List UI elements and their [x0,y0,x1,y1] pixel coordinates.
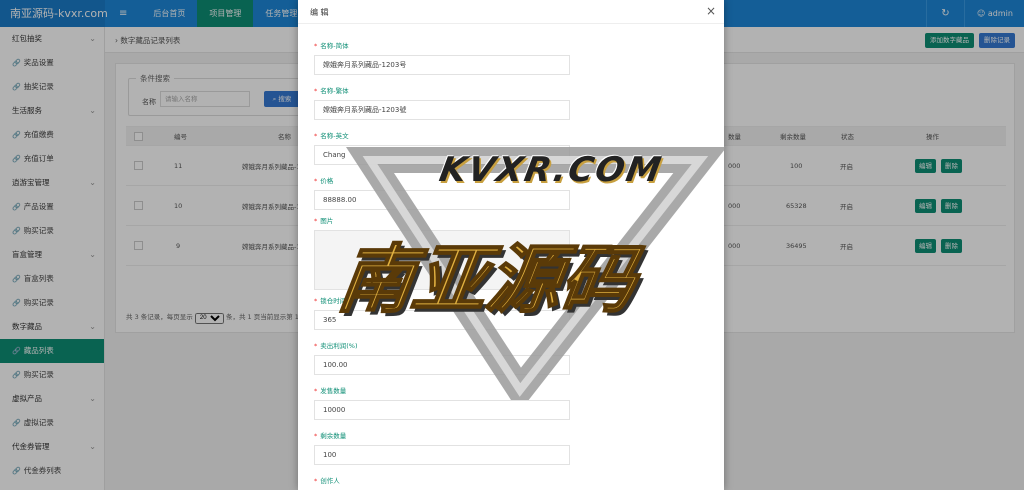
field-label: * 发售数量 [314,387,347,395]
field-input[interactable]: 365 [314,310,570,330]
form-field: * 剩余数量 100 [314,430,714,465]
field-label: * 名称-英文 [314,132,349,140]
field-input[interactable]: 嫦娥奔月系列藏品-1203號 [314,100,570,120]
form-field: * 卖出利润(%) 100.00 [314,340,714,375]
field-input[interactable]: 88888.00 [314,190,570,210]
field-input[interactable]: 10000 [314,400,570,420]
field-input[interactable]: 100.00 [314,355,570,375]
form-field: * 锁仓时间 365 [314,295,714,330]
form-field: * 图片 [314,215,714,290]
required-marker: * [314,42,318,50]
required-marker: * [314,387,318,395]
form-field: * 名称-英文 Chang [314,130,714,165]
edit-modal: 编 辑 × * 名称-简体 嫦娥奔月系列藏品-1203号 * 名称-繁体 嫦娥奔月系列藏品… [298,0,724,490]
required-marker: * [314,217,318,225]
modal-header: 编 辑 × [298,0,724,24]
field-input[interactable]: Chang [314,145,570,165]
required-marker: * [314,342,318,350]
close-icon[interactable]: × [706,4,716,18]
field-label: * 创作人 [314,477,340,485]
field-label: * 锁仓时间 [314,297,347,305]
field-label: * 价格 [314,177,334,185]
form-field: * 名称-简体嫦娥奔月系列藏品-1203号 [314,40,714,75]
field-label: * 卖出利润(%) [314,342,358,350]
field-label: * 名称-繁体 [314,87,349,95]
form-field: * 价格 88888.00 [314,175,714,210]
form-field: * 名称-繁体嫦娥奔月系列藏品-1203號 [314,85,714,120]
form-field: * 发售数量 10000 [314,385,714,420]
required-marker: * [314,132,318,140]
field-label: * 图片 [314,217,334,225]
required-marker: * [314,477,318,485]
field-label: * 剩余数量 [314,432,347,440]
form-field: * 创作人 [314,475,714,490]
field-label: * 名称-简体 [314,42,349,50]
required-marker: * [314,87,318,95]
required-marker: * [314,177,318,185]
field-input[interactable]: 100 [314,445,570,465]
required-marker: * [314,297,318,305]
field-input[interactable]: 嫦娥奔月系列藏品-1203号 [314,55,570,75]
modal-title: 编 辑 [310,8,329,17]
required-marker: * [314,432,318,440]
image-upload[interactable] [314,230,570,290]
